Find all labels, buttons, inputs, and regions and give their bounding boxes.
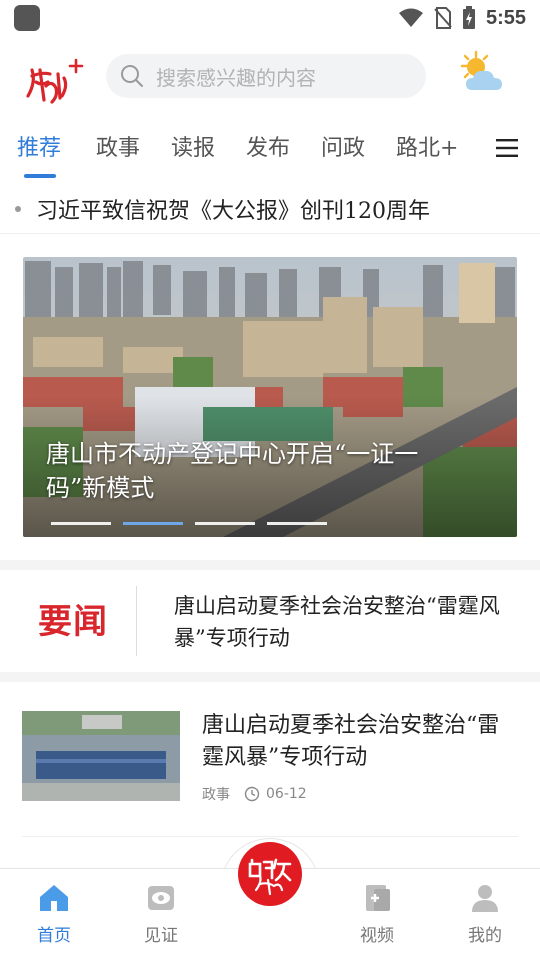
eye-icon — [148, 886, 174, 910]
news-thumbnail — [22, 711, 180, 801]
nav-wenzheng-button[interactable] — [238, 842, 302, 906]
weather-partly-cloudy-icon[interactable] — [456, 50, 508, 98]
tab-recommend[interactable]: 推荐 — [17, 130, 61, 162]
search-placeholder: 搜索感兴趣的内容 — [156, 65, 316, 90]
nav-video[interactable]: 视频 — [347, 881, 407, 946]
headline-divider — [136, 586, 137, 656]
banner-carousel[interactable]: 唐山市不动产登记中心开启“一证一码”新模式 — [23, 257, 517, 537]
wenzheng-icon — [248, 858, 292, 896]
ticker-text: 习近平致信祝贺《大公报》创刊120周年 — [36, 198, 430, 224]
tab-read-paper[interactable]: 读报 — [171, 130, 215, 162]
clock-icon — [244, 786, 260, 802]
search-icon — [121, 65, 143, 87]
news-list-item[interactable]: 唐山启动夏季社会治安整治“雷霆风暴”专项行动 政事 06-12 — [0, 692, 540, 838]
nav-profile-label: 我的 — [468, 926, 502, 946]
nav-home[interactable]: 首页 — [24, 881, 84, 946]
nav-home-label: 首页 — [37, 926, 71, 946]
app-screen: 5:55 搜索感兴趣的内容 推荐 政事 读报 发布 问政 路北+ 习近平致信祝贺… — [0, 0, 540, 960]
user-icon — [472, 885, 498, 912]
tab-politics[interactable]: 政事 — [96, 130, 140, 162]
headline-news[interactable]: 要闻 唐山启动夏季社会治安整治“雷霆风暴”专项行动 — [0, 572, 540, 670]
section-divider — [0, 560, 540, 570]
banner-caption: 唐山市不动产登记中心开启“一证一码”新模式 — [46, 440, 419, 502]
news-ticker[interactable]: 习近平致信祝贺《大公报》创刊120周年 — [0, 184, 540, 234]
news-category: 政事 — [202, 787, 230, 803]
carousel-indicators — [51, 522, 327, 525]
section-divider — [0, 672, 540, 682]
menu-icon[interactable] — [496, 139, 518, 157]
nav-video-label: 视频 — [360, 926, 394, 946]
app-notification-icon — [14, 5, 40, 31]
search-bar[interactable]: 搜索感兴趣的内容 — [106, 54, 426, 98]
list-divider — [22, 836, 518, 837]
battery-charging-icon — [462, 6, 475, 29]
status-bar: 5:55 — [0, 0, 540, 36]
video-icon — [366, 885, 390, 911]
nav-profile[interactable]: 我的 — [455, 881, 515, 946]
news-title: 唐山启动夏季社会治安整治“雷霆风暴”专项行动 — [202, 713, 500, 770]
active-tab-indicator — [24, 174, 56, 178]
carousel-dot-active[interactable] — [123, 522, 183, 525]
news-date: 06-12 — [266, 786, 307, 802]
wifi-icon — [398, 8, 423, 27]
nav-witness-label: 见证 — [144, 926, 178, 946]
headline-text: 唐山启动夏季社会治安整治“雷霆风暴”专项行动 — [174, 594, 500, 650]
carousel-dot[interactable] — [195, 522, 255, 525]
carousel-dot[interactable] — [267, 522, 327, 525]
headline-badge: 要闻 — [38, 602, 108, 642]
tab-lubei[interactable]: 路北+ — [396, 130, 458, 162]
ticker-bullet — [15, 205, 21, 212]
carousel-dot[interactable] — [51, 522, 111, 525]
channel-tabs: 推荐 政事 读报 发布 问政 路北+ — [0, 124, 540, 178]
tab-release[interactable]: 发布 — [246, 130, 290, 162]
status-time: 5:55 — [485, 6, 526, 29]
news-meta: 政事 06-12 — [202, 784, 307, 804]
tab-wenzheng[interactable]: 问政 — [321, 130, 365, 162]
header: 搜索感兴趣的内容 — [0, 44, 540, 110]
no-sim-icon — [434, 7, 452, 29]
home-icon — [40, 885, 68, 911]
status-icons: 5:55 — [398, 6, 526, 30]
nav-witness[interactable]: 见证 — [131, 881, 191, 946]
tangshan-plus-logo[interactable] — [22, 56, 88, 106]
